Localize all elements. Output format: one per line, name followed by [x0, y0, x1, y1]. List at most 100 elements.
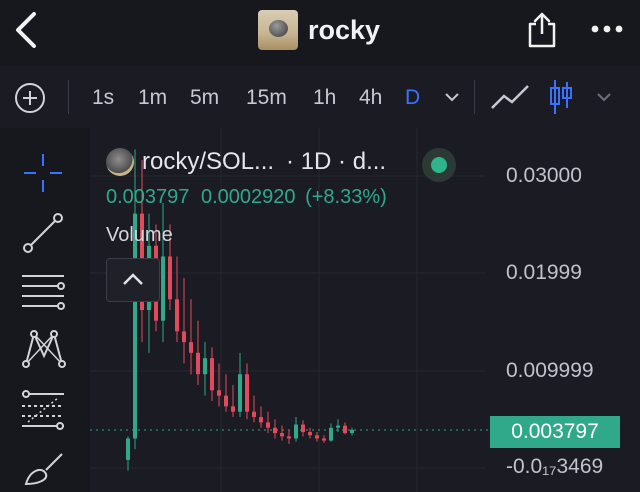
current-price-tag: 0.003797: [490, 416, 620, 448]
legend-change-percent: (+8.33%): [305, 186, 387, 208]
candle: [182, 277, 186, 364]
candle: [175, 256, 179, 343]
candle-body: [280, 433, 284, 437]
candle: [273, 419, 277, 439]
candle: [245, 363, 249, 420]
share-icon: [528, 12, 556, 48]
legend-price: 0.003797: [106, 186, 190, 208]
legend-symbol: rocky/SOL...: [142, 148, 275, 175]
candle-body: [350, 429, 354, 434]
crosshair-icon[interactable]: [20, 150, 66, 196]
candle: [203, 342, 207, 396]
candle: [238, 352, 242, 418]
token-avatar: [106, 148, 134, 176]
candle-body: [217, 390, 221, 396]
chart-toolbar: 1s 1m 5m 15m 1h 4h D: [0, 66, 640, 129]
share-button[interactable]: [526, 12, 558, 48]
divider: [68, 80, 69, 114]
brush-icon[interactable]: [20, 444, 66, 490]
candlestick-icon[interactable]: [548, 78, 574, 116]
candle-body: [203, 358, 207, 375]
candle: [280, 425, 284, 441]
candle: [322, 435, 326, 443]
candle-body: [273, 427, 277, 434]
candle-body: [231, 406, 235, 412]
candle: [231, 384, 235, 418]
top-bar: rocky: [0, 0, 640, 66]
candle: [252, 395, 256, 423]
trend-line-icon[interactable]: [20, 210, 66, 256]
price-chart[interactable]: rocky/SOL... · 1D · d... 0.003797 0.0002…: [90, 128, 640, 492]
candle: [301, 420, 305, 437]
chevron-down-icon[interactable]: [596, 92, 612, 102]
candle-body: [175, 299, 179, 332]
line-chart-icon[interactable]: [490, 82, 532, 112]
drawing-tools-rail: [0, 128, 90, 492]
candle-body: [329, 427, 333, 441]
candle-body: [245, 374, 249, 412]
add-indicator-button[interactable]: [14, 82, 46, 114]
chevron-left-icon: [16, 12, 36, 48]
candle: [266, 411, 270, 434]
collapse-legend-button[interactable]: [106, 258, 160, 302]
page-title: rocky: [308, 14, 381, 45]
fibonacci-icon[interactable]: [20, 386, 66, 432]
timeframe-d[interactable]: D: [405, 86, 420, 110]
plus-circle-icon: [15, 83, 45, 113]
timeframe-15m[interactable]: 15m: [246, 86, 287, 110]
candle: [308, 427, 312, 439]
candle-body: [196, 352, 200, 375]
legend-interval: · 1D · d...: [286, 148, 387, 175]
candle-body: [336, 425, 340, 428]
chart-legend: rocky/SOL... · 1D · d...: [106, 148, 386, 176]
candle-body: [259, 417, 263, 423]
more-horizontal-icon: [591, 25, 623, 33]
volume-label: Volume: [106, 224, 173, 246]
candle: [315, 432, 319, 442]
candle-body: [161, 256, 165, 321]
horizontal-lines-icon[interactable]: [20, 268, 66, 314]
candle: [210, 347, 214, 401]
candle-body: [301, 424, 305, 433]
candle-body: [210, 358, 214, 391]
y-axis-label: 0.009999: [506, 359, 594, 382]
legend-values: 0.003797 0.0002920 (+8.33%): [106, 186, 387, 209]
chevron-up-icon: [123, 273, 143, 285]
y-axis-label: 0.01999: [506, 261, 582, 284]
candle-body: [308, 432, 312, 436]
candle: [217, 363, 221, 407]
timeframe-4h[interactable]: 4h: [359, 86, 382, 110]
timeframe-5m[interactable]: 5m: [190, 86, 219, 110]
candle-body: [126, 438, 130, 460]
status-indicator: [422, 148, 456, 182]
candle-body: [189, 342, 193, 353]
candle-body: [315, 435, 319, 439]
candle-body: [182, 331, 186, 343]
candle-body: [294, 424, 298, 439]
candle: [350, 427, 354, 436]
candle: [196, 320, 200, 385]
timeframe-1h[interactable]: 1h: [313, 86, 336, 110]
candle: [343, 422, 347, 435]
candle: [294, 417, 298, 442]
pattern-icon[interactable]: [20, 326, 66, 372]
timeframe-1s[interactable]: 1s: [92, 86, 114, 110]
candle-body: [133, 213, 137, 439]
chevron-down-icon[interactable]: [444, 92, 460, 102]
back-button[interactable]: [10, 10, 44, 50]
candle: [259, 406, 263, 428]
candle-body: [238, 374, 242, 412]
candle: [126, 436, 130, 471]
token-title: rocky: [258, 10, 380, 50]
candle: [189, 299, 193, 375]
candle-body: [168, 256, 172, 300]
y-axis-label: 0.03000: [506, 164, 582, 187]
more-button[interactable]: [590, 22, 624, 36]
divider: [474, 80, 475, 114]
candle-body: [252, 411, 256, 418]
candle: [224, 374, 228, 412]
y-axis-label: -0.0₁₇3469: [506, 455, 604, 478]
candle-body: [224, 395, 228, 407]
timeframe-1m[interactable]: 1m: [138, 86, 167, 110]
token-avatar: [258, 10, 298, 50]
